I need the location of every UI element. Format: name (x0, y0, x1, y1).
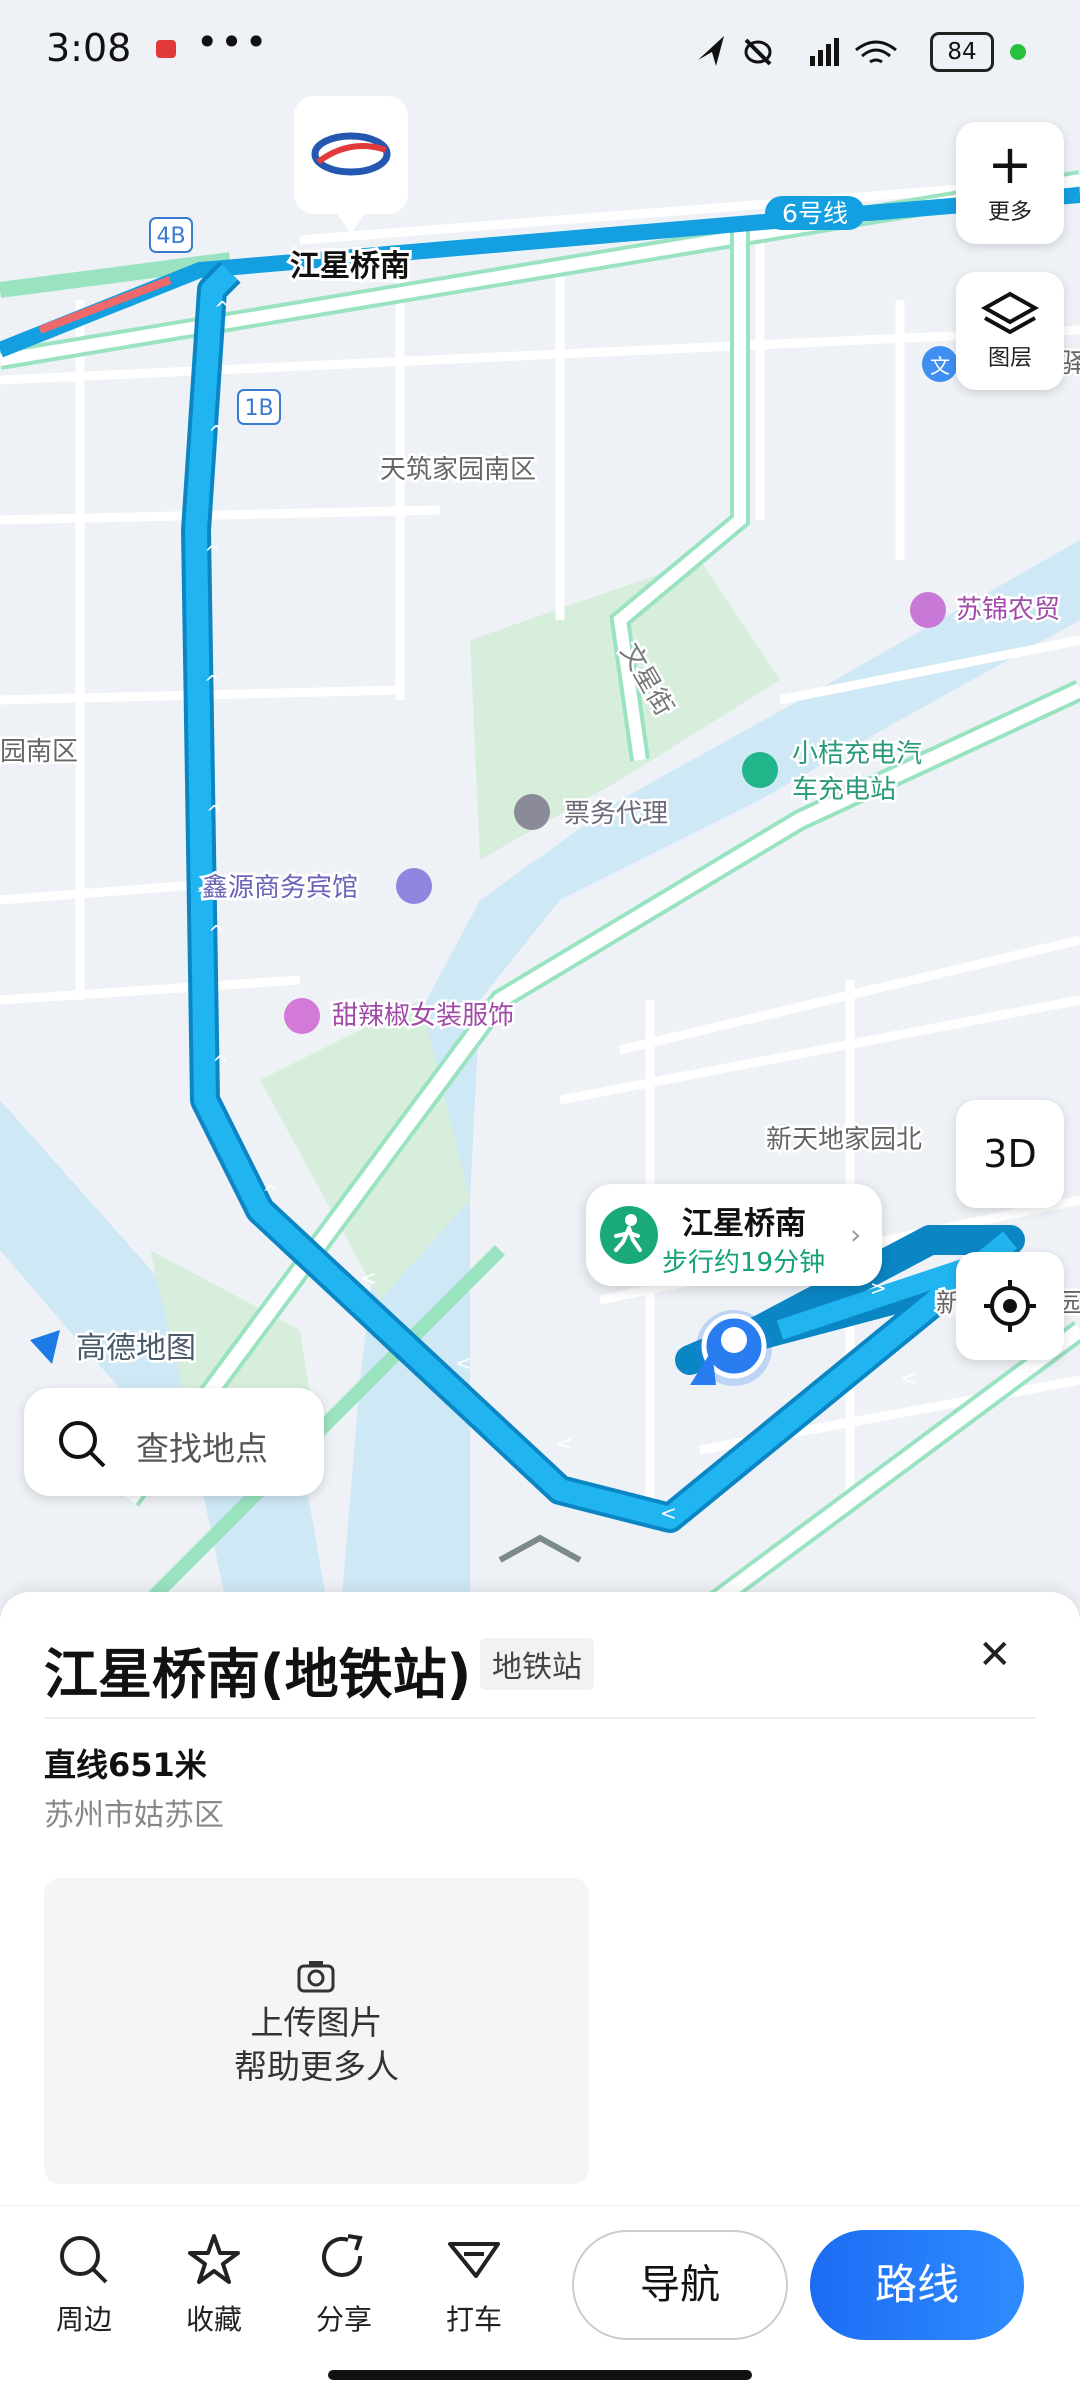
poi-sujin[interactable]: 苏锦农贸 (954, 593, 1063, 628)
walking-person-icon (600, 1206, 658, 1264)
status-bar: 3:08 ••• 84 (0, 0, 1080, 100)
upload-photo-label: 上传图片 (250, 2003, 383, 2042)
more-button[interactable]: + 更多 (956, 122, 1064, 244)
share-icon (322, 2234, 363, 2277)
svg-text:^: ^ (204, 541, 221, 565)
favorite-button[interactable]: 收藏 (164, 2232, 264, 2338)
search-place-bar[interactable]: 查找地点 (24, 1388, 324, 1496)
chevron-right-icon: › (850, 1218, 862, 1251)
route-button[interactable]: 路线 (810, 2230, 1024, 2340)
exit-4b-label: 4B (156, 224, 185, 249)
station-map-label: 江星桥南 (290, 249, 410, 284)
svg-text:<: < (556, 1431, 573, 1455)
svg-text:<: < (900, 1366, 917, 1390)
wifi-icon (855, 40, 897, 64)
place-distance: 直线651米 (44, 1746, 207, 1784)
search-icon (60, 2236, 108, 2284)
notification-app-icon (156, 40, 176, 58)
walk-duration: 步行约19分钟 (662, 1248, 826, 1278)
home-indicator[interactable] (328, 2370, 752, 2380)
line-6-label: 6号线 (782, 199, 848, 228)
status-icons (698, 36, 897, 66)
poi-tianzhu[interactable]: 天筑家园南区 (378, 453, 539, 488)
favorite-label: 收藏 (185, 2303, 242, 2336)
upload-photo-card[interactable]: 上传图片 帮助更多人 (44, 1878, 589, 2184)
place-title: 江星桥南(地铁站) (44, 1643, 472, 1706)
divider (44, 1717, 1036, 1719)
3d-button[interactable]: 3D (956, 1100, 1064, 1208)
location-icon (698, 36, 724, 66)
taxi-icon (448, 2242, 500, 2278)
place-address: 苏州市姑苏区 (44, 1798, 224, 1833)
navigate-button[interactable]: 导航 (572, 2230, 788, 2340)
locate-button[interactable] (956, 1252, 1064, 1360)
crosshair-icon (984, 1280, 1036, 1332)
layers-button[interactable]: 图层 (956, 272, 1064, 390)
taxi-button[interactable]: 打车 (424, 2232, 524, 2338)
share-button[interactable]: 分享 (294, 2232, 394, 2338)
close-icon[interactable]: ✕ (978, 1632, 1012, 1678)
metro-station-marker[interactable] (294, 96, 408, 214)
poi-xinyuan[interactable]: 鑫源商务宾馆 (200, 871, 361, 906)
share-label: 分享 (315, 2303, 372, 2336)
walk-time-pill[interactable]: 江星桥南 步行约19分钟 › (586, 1184, 882, 1286)
map-canvas[interactable]: 6号线 4B 1B ^^^ ^^^ ^^< <<< <> 江星桥南 天筑家园南区… (0, 0, 1080, 1620)
svg-text:^: ^ (204, 671, 221, 695)
clothes-icon (284, 998, 320, 1034)
search-placeholder: 查找地点 (136, 1429, 268, 1468)
poi-tianlajiao[interactable]: 甜辣椒女装服饰 (330, 999, 517, 1034)
search-icon (59, 1421, 106, 1468)
poi-xintiandi: 新天地家园北 (766, 1125, 922, 1155)
layers-label: 图层 (987, 346, 1032, 371)
svg-text:<: < (360, 1266, 377, 1290)
more-label: 更多 (987, 200, 1032, 225)
clock: 3:08 (46, 26, 132, 70)
layers-icon (981, 291, 1039, 335)
exit-1b-label: 1B (244, 396, 273, 421)
hotel-icon (396, 868, 432, 904)
charging-icon (742, 752, 778, 788)
svg-text:^: ^ (214, 297, 231, 321)
poi-xiaoju-2[interactable]: 车充电站 (790, 773, 899, 808)
place-category-tag: 地铁站 (480, 1638, 594, 1690)
svg-text:^: ^ (208, 921, 225, 945)
amap-watermark: 高德地图 (76, 1331, 196, 1366)
svg-text:<: < (660, 1501, 677, 1525)
svg-text:^: ^ (208, 421, 225, 445)
poi-nanqu: 园南区 (0, 737, 78, 767)
camera-icon (297, 1961, 335, 1993)
nearby-label: 周边 (55, 2303, 112, 2336)
taxi-label: 打车 (445, 2303, 502, 2336)
svg-text:^: ^ (212, 1051, 229, 1075)
battery-indicator: 84 (930, 32, 994, 72)
privacy-dot (1010, 44, 1026, 60)
3d-label: 3D (983, 1132, 1037, 1176)
upload-help-label: 帮助更多人 (234, 2047, 399, 2086)
shop-icon (910, 592, 946, 628)
ticket-icon (514, 794, 550, 830)
culture-icon-label: 文 (930, 354, 950, 378)
more-notifications-icon: ••• (196, 20, 270, 64)
poi-xiaoju-1[interactable]: 小桔充电汽 (790, 737, 925, 772)
walk-destination: 江星桥南 (682, 1206, 806, 1242)
svg-text:<: < (455, 1351, 472, 1375)
svg-text:^: ^ (206, 801, 223, 825)
signal-icon (810, 38, 839, 66)
svg-text:^: ^ (262, 1181, 279, 1205)
plus-icon: + (987, 133, 1033, 196)
star-icon (188, 2234, 240, 2284)
nearby-button[interactable]: 周边 (34, 2232, 134, 2338)
poi-ticket[interactable]: 票务代理 (562, 797, 671, 832)
